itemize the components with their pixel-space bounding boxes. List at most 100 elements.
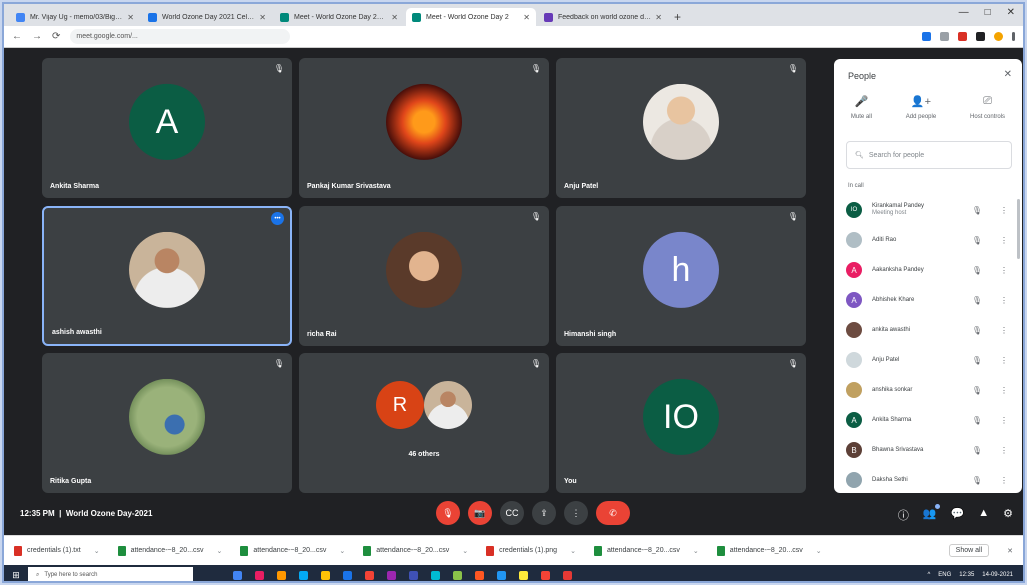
person-row[interactable]: ankita awasthi 🎙︎ ⋮: [834, 315, 1022, 345]
windows-start-icon[interactable]: ⊞: [4, 570, 28, 581]
taskbar-app-icon[interactable]: [409, 570, 418, 580]
browser-tab[interactable]: Meet - World Ozone Day 2021 ✕: [274, 8, 404, 26]
person-row[interactable]: A Aakanksha Pandey 🎙︎ ⋮: [834, 255, 1022, 285]
browser-tab[interactable]: World Ozone Day 2021 Celebrations✕: [142, 8, 272, 26]
close-icon[interactable]: ✕: [1007, 547, 1013, 555]
more-vert-icon[interactable]: ⋮: [1000, 296, 1008, 305]
person-row[interactable]: Daksha Sethi 🎙︎ ⋮: [834, 465, 1022, 493]
close-tab-icon[interactable]: ✕: [655, 13, 662, 22]
close-tab-icon[interactable]: ✕: [127, 13, 134, 22]
clock-date[interactable]: 14-09-2021: [982, 572, 1013, 578]
taskbar-app-icon[interactable]: [453, 570, 462, 580]
download-item[interactable]: attendance-~8_20...csv ⌄: [240, 545, 345, 556]
url-input[interactable]: meet.google.com/...: [70, 29, 291, 44]
browser-tab[interactable]: Meet - World Ozone Day 2 ✕: [406, 8, 536, 26]
leave-call-button[interactable]: ✆: [596, 501, 630, 525]
close-tab-icon[interactable]: ✕: [391, 13, 398, 22]
more-vert-icon[interactable]: ⋮: [1000, 326, 1008, 335]
more-vert-icon[interactable]: ⋮: [1000, 446, 1008, 455]
chevron-down-icon[interactable]: ⌄: [816, 547, 822, 555]
taskbar-app-icon[interactable]: [255, 570, 264, 580]
chevron-down-icon[interactable]: ⌄: [94, 547, 100, 555]
person-row[interactable]: A Abhishek Khare 🎙︎ ⋮: [834, 285, 1022, 315]
person-row[interactable]: B Bhawna Srivastava 🎙︎ ⋮: [834, 435, 1022, 465]
reload-icon[interactable]: ⟳: [52, 31, 60, 42]
mic-toggle-button[interactable]: 🎙: [436, 501, 460, 525]
download-item[interactable]: attendance-~8_20...csv ⌄: [593, 545, 699, 556]
participant-tile[interactable]: 🎙︎ Pankaj Kumar Srivastava: [299, 58, 549, 198]
chevron-down-icon[interactable]: ⌄: [693, 547, 699, 555]
close-tab-icon[interactable]: ✕: [259, 13, 266, 22]
add-people-button[interactable]: 👤+ Add people: [906, 95, 936, 120]
participant-tile[interactable]: h 🎙︎ Himanshi singh: [556, 206, 806, 346]
more-vert-icon[interactable]: ⋮: [1000, 416, 1008, 425]
person-row[interactable]: anshika sonkar 🎙︎ ⋮: [834, 375, 1022, 405]
taskbar-search-input[interactable]: ⌕ Type here to search: [28, 567, 193, 581]
participant-tile[interactable]: 🎙︎ Ritika Gupta: [42, 353, 292, 493]
chevron-down-icon[interactable]: ⌄: [462, 547, 468, 555]
mute-all-button[interactable]: 🎤 Mute all: [851, 95, 872, 120]
participant-tile[interactable]: ••• ashish awasthi: [42, 206, 292, 346]
participant-tile[interactable]: A 🎙︎ Ankita Sharma: [42, 58, 292, 198]
more-options-button[interactable]: ⋮: [564, 501, 588, 525]
menu-icon[interactable]: [1012, 32, 1015, 41]
participant-tile[interactable]: 🎙︎ richa Rai: [299, 206, 549, 346]
extension-icon[interactable]: [922, 32, 931, 41]
taskbar-app-icon[interactable]: [365, 570, 374, 580]
taskbar-app-icon[interactable]: [475, 570, 484, 580]
taskbar-app-icon[interactable]: [343, 570, 352, 580]
mic-muted-icon[interactable]: 🎙︎: [972, 236, 982, 245]
participant-tile[interactable]: R 46 others 🎙︎: [299, 353, 549, 493]
more-vert-icon[interactable]: ⋮: [1000, 476, 1008, 485]
people-search-input[interactable]: 🔍︎ Search for people: [846, 141, 1012, 169]
back-icon[interactable]: ←: [12, 31, 22, 42]
minimize-button[interactable]: —: [959, 7, 969, 18]
browser-tab[interactable]: Feedback on world ozone day ✕: [538, 8, 668, 26]
download-item[interactable]: attendance-~8_20...csv ⌄: [117, 545, 223, 556]
more-vert-icon[interactable]: ⋮: [1000, 236, 1008, 245]
mic-muted-icon[interactable]: 🎙︎: [972, 386, 982, 395]
participant-tile[interactable]: IO 🎙︎ You: [556, 353, 806, 493]
participant-tile[interactable]: 🎙︎ Anju Patel: [556, 58, 806, 198]
more-vert-icon[interactable]: ⋮: [1000, 386, 1008, 395]
taskbar-app-icon[interactable]: [233, 570, 242, 580]
mic-muted-icon[interactable]: 🎙︎: [972, 206, 982, 215]
download-item[interactable]: credentials (1).png ⌄: [486, 545, 576, 556]
new-tab-button[interactable]: +: [674, 8, 681, 26]
forward-icon[interactable]: →: [32, 31, 42, 42]
profile-avatar[interactable]: [994, 32, 1003, 41]
person-row[interactable]: Aditi Rao 🎙︎ ⋮: [834, 225, 1022, 255]
taskbar-app-icon[interactable]: [519, 570, 528, 580]
person-row[interactable]: IO Kirankamal Pandey Meeting host 🎙︎ ⋮: [834, 195, 1022, 225]
taskbar-app-icon[interactable]: [299, 570, 308, 580]
more-vert-icon[interactable]: ⋮: [1000, 266, 1008, 275]
clock-time[interactable]: 12:35: [959, 572, 974, 578]
activities-icon[interactable]: ▲: [978, 507, 989, 523]
tray-chevron-icon[interactable]: ^: [927, 572, 930, 578]
chevron-down-icon[interactable]: ⌄: [217, 547, 223, 555]
mic-muted-icon[interactable]: 🎙︎: [972, 476, 982, 485]
download-item[interactable]: credentials (1).txt ⌄: [14, 545, 100, 556]
mic-muted-icon[interactable]: 🎙︎: [972, 446, 982, 455]
settings-icon[interactable]: ⚙: [1003, 507, 1013, 523]
download-item[interactable]: attendance-~8_20...csv ⌄: [716, 545, 822, 556]
mic-muted-icon[interactable]: 🎙︎: [972, 296, 982, 305]
taskbar-app-icon[interactable]: [431, 570, 440, 580]
language-indicator[interactable]: ENG: [938, 572, 951, 578]
browser-tab[interactable]: Mr. Vijay Ug - memo/03/Biganel ✕: [10, 8, 140, 26]
taskbar-app-icon[interactable]: [321, 570, 330, 580]
close-icon[interactable]: ✕: [1004, 69, 1012, 80]
chevron-down-icon[interactable]: ⌄: [570, 547, 576, 555]
person-row[interactable]: A Ankita Sharma 🎙︎ ⋮: [834, 405, 1022, 435]
mic-muted-icon[interactable]: 🎙︎: [972, 416, 982, 425]
mic-muted-icon[interactable]: 🎙︎: [972, 326, 982, 335]
mic-muted-icon[interactable]: 🎙︎: [972, 356, 982, 365]
taskbar-app-icon[interactable]: [387, 570, 396, 580]
taskbar-app-icon[interactable]: [541, 570, 550, 580]
present-button[interactable]: ⇪: [532, 501, 556, 525]
taskbar-app-icon[interactable]: [277, 570, 286, 580]
taskbar-app-icon[interactable]: [497, 570, 506, 580]
info-icon[interactable]: ⓘ: [898, 507, 909, 523]
chevron-down-icon[interactable]: ⌄: [339, 547, 345, 555]
close-tab-icon[interactable]: ✕: [523, 13, 530, 22]
